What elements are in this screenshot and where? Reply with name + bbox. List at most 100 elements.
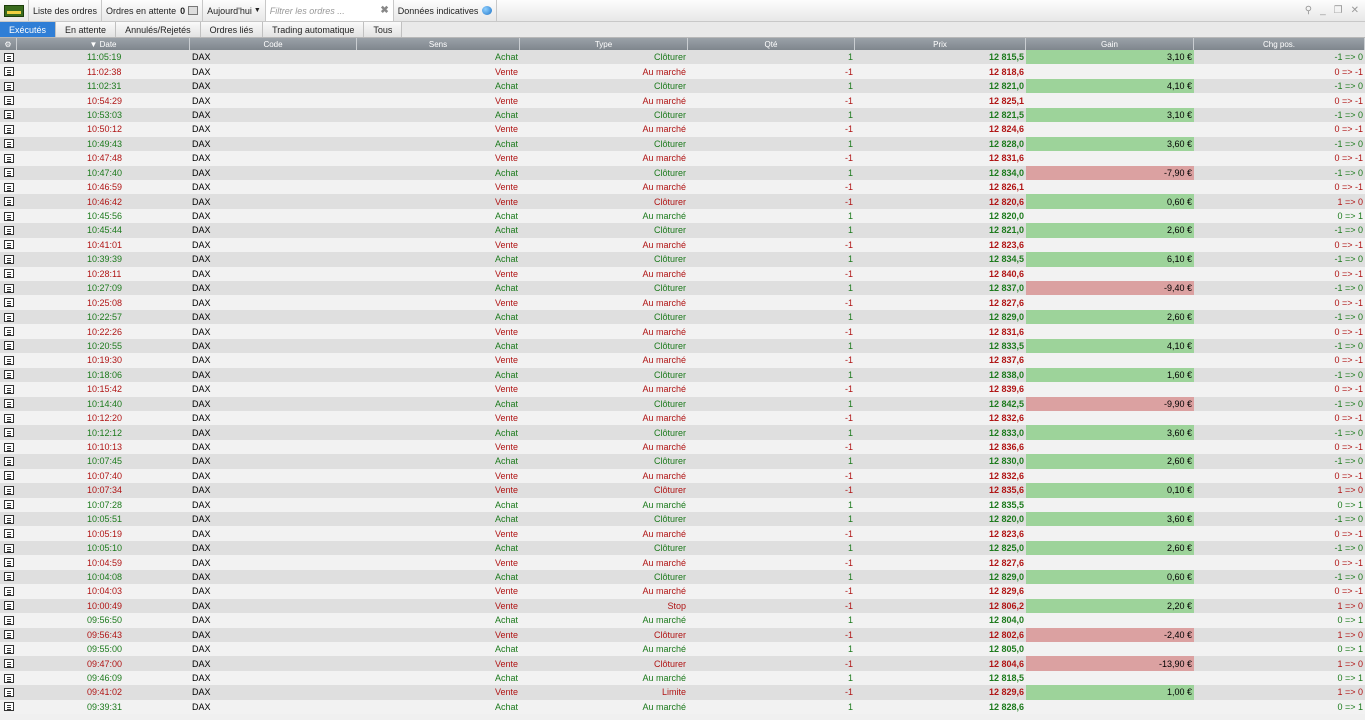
table-row[interactable]: 10:04:59 DAX Vente Au marché -1 12 827,6 0 => … [0,555,1365,570]
order-detail-icon[interactable] [0,628,17,642]
order-detail-icon[interactable] [0,310,17,324]
order-detail-icon[interactable] [0,209,17,223]
table-row[interactable]: 10:45:44 DAX Achat Clôturer 1 12 821,0 2,60 € -… [0,223,1365,238]
link-icon[interactable]: ⚲ [1305,5,1312,16]
order-detail-icon[interactable] [0,425,17,439]
tab-pending[interactable]: En attente [56,22,117,37]
table-row[interactable]: 10:14:40 DAX Achat Clôturer 1 12 842,5 -9,90 €… [0,396,1365,411]
order-detail-icon[interactable] [0,339,17,353]
order-detail-icon[interactable] [0,281,17,295]
order-detail-icon[interactable] [0,93,17,107]
table-row[interactable]: 10:12:12 DAX Achat Clôturer 1 12 833,0 3,60 € -… [0,425,1365,440]
table-row[interactable]: 11:02:38 DAX Vente Au marché -1 12 818,6 0 => … [0,64,1365,79]
table-row[interactable]: 10:07:40 DAX Vente Au marché -1 12 832,6 0 => … [0,468,1365,484]
table-row[interactable]: 10:07:34 DAX Vente Clôturer -1 12 835,6 0,10 €… [0,483,1365,498]
order-detail-icon[interactable] [0,498,17,512]
order-detail-icon[interactable] [0,685,17,699]
table-row[interactable]: 10:05:10 DAX Achat Clôturer 1 12 825,0 2,60 € -… [0,540,1365,556]
table-row[interactable]: 10:49:43 DAX Achat Clôturer 1 12 828,0 3,60 € -… [0,136,1365,152]
table-row[interactable]: 11:02:31 DAX Achat Clôturer 1 12 821,0 4,10 € -… [0,78,1365,94]
table-row[interactable]: 10:25:08 DAX Vente Au marché -1 12 827,6 0 => … [0,295,1365,310]
table-row[interactable]: 09:56:43 DAX Vente Clôturer -1 12 802,6 -2,40 … [0,627,1365,642]
order-detail-icon[interactable] [0,671,17,685]
table-row[interactable]: 10:47:48 DAX Vente Au marché -1 12 831,6 0 => … [0,151,1365,166]
order-detail-icon[interactable] [0,108,17,122]
table-row[interactable]: 11:05:19 DAX Achat Clôturer 1 12 815,5 3,10 € -… [0,50,1365,65]
table-row[interactable]: 10:15:42 DAX Vente Au marché -1 12 839,6 0 => … [0,382,1365,397]
order-detail-icon[interactable] [0,194,17,208]
order-detail-icon[interactable] [0,137,17,151]
info-globe-icon[interactable] [482,6,493,15]
table-row[interactable]: 10:07:45 DAX Achat Clôturer 1 12 830,0 2,60 € -… [0,454,1365,469]
order-detail-icon[interactable] [0,122,17,136]
order-detail-icon[interactable] [0,223,17,237]
order-detail-icon[interactable] [0,267,17,281]
orders-list-button[interactable]: Liste des ordres [29,0,103,21]
order-detail-icon[interactable] [0,382,17,396]
column-header-gain[interactable]: Gain [1026,38,1194,50]
column-header-sens[interactable]: Sens [357,38,520,50]
table-row[interactable]: 09:55:00 DAX Achat Au marché 1 12 805,0 0 => 1 [0,641,1365,657]
column-header-date[interactable]: ▼ Date [17,38,190,50]
restore-icon[interactable]: ❐ [1334,5,1343,16]
column-header-price[interactable]: Prix [855,38,1026,50]
table-row[interactable]: 09:41:02 DAX Vente Limite -1 12 829,6 1,00 € 1 … [0,685,1365,700]
order-detail-icon[interactable] [0,180,17,194]
order-detail-icon[interactable] [0,397,17,411]
filter-orders-input[interactable]: Filtrer les ordres ... ✖ [265,0,394,21]
order-detail-icon[interactable] [0,656,17,670]
order-detail-icon[interactable] [0,700,17,714]
order-detail-icon[interactable] [0,50,17,64]
order-detail-icon[interactable] [0,584,17,598]
order-detail-icon[interactable] [0,238,17,252]
order-detail-icon[interactable] [0,151,17,165]
table-row[interactable]: 10:27:09 DAX Achat Clôturer 1 12 837,0 -9,40 €… [0,281,1365,296]
column-header-position-change[interactable]: Chg pos. [1194,38,1365,50]
table-row[interactable]: 10:04:08 DAX Achat Clôturer 1 12 829,0 0,60 € -… [0,569,1365,585]
table-row[interactable]: 10:28:11 DAX Vente Au marché -1 12 840,6 0 => … [0,266,1365,281]
table-row[interactable]: 10:47:40 DAX Achat Clôturer 1 12 834,0 -7,90 €… [0,165,1365,180]
table-row[interactable]: 10:39:39 DAX Achat Clôturer 1 12 834,5 6,10 € -… [0,252,1365,267]
tab-auto-trading[interactable]: Trading automatique [263,22,365,37]
column-settings-icon[interactable]: ⚙ [0,38,17,50]
table-row[interactable]: 10:19:30 DAX Vente Au marché -1 12 837,6 0 => … [0,353,1365,368]
table-row[interactable]: 10:53:03 DAX Achat Clôturer 1 12 821,5 3,10 € -… [0,107,1365,123]
table-row[interactable]: 09:46:09 DAX Achat Au marché 1 12 818,5 0 => 1 [0,670,1365,686]
order-detail-icon[interactable] [0,469,17,483]
tab-cancelled-rejected[interactable]: Annulés/Rejetés [116,22,201,37]
date-filter-dropdown[interactable]: Aujourd'hui ▼ [203,0,266,21]
table-row[interactable]: 10:10:13 DAX Vente Au marché -1 12 836,6 0 => … [0,439,1365,455]
column-header-type[interactable]: Type [520,38,688,50]
table-row[interactable]: 09:56:50 DAX Achat Au marché 1 12 804,0 0 => 1 [0,613,1365,628]
order-detail-icon[interactable] [0,642,17,656]
table-row[interactable]: 10:05:19 DAX Vente Au marché -1 12 823,6 0 => … [0,526,1365,541]
order-detail-icon[interactable] [0,295,17,309]
order-detail-icon[interactable] [0,526,17,540]
tab-executed[interactable]: Exécutés [0,22,57,37]
table-row[interactable]: 10:54:29 DAX Vente Au marché -1 12 825,1 0 => … [0,93,1365,108]
table-row[interactable]: 10:18:06 DAX Achat Clôturer 1 12 838,0 1,60 € -… [0,367,1365,383]
order-detail-icon[interactable] [0,512,17,526]
minimize-icon[interactable]: _ [1320,5,1326,16]
order-detail-icon[interactable] [0,483,17,497]
order-detail-icon[interactable] [0,411,17,425]
order-detail-icon[interactable] [0,324,17,338]
tab-all[interactable]: Tous [364,22,403,37]
table-row[interactable]: 10:00:49 DAX Vente Stop -1 12 806,2 2,20 € 1 =>… [0,598,1365,614]
table-row[interactable]: 10:05:51 DAX Achat Clôturer 1 12 820,0 3,60 € -… [0,512,1365,527]
column-header-qty[interactable]: Qté [688,38,855,50]
close-icon[interactable]: ✕ [1351,5,1359,16]
table-row[interactable]: 09:47:00 DAX Vente Clôturer -1 12 804,6 -13,90… [0,656,1365,671]
order-detail-icon[interactable] [0,613,17,627]
order-detail-icon[interactable] [0,353,17,367]
order-detail-icon[interactable] [0,599,17,613]
order-detail-icon[interactable] [0,440,17,454]
column-header-code[interactable]: Code [190,38,357,50]
order-detail-icon[interactable] [0,541,17,555]
tab-linked-orders[interactable]: Ordres liés [200,22,264,37]
table-row[interactable]: 10:20:55 DAX Achat Clôturer 1 12 833,5 4,10 € -… [0,338,1365,354]
table-row[interactable]: 09:39:31 DAX Achat Au marché 1 12 828,6 0 => 1 [0,699,1365,715]
table-row[interactable]: 10:22:57 DAX Achat Clôturer 1 12 829,0 2,60 € -… [0,309,1365,325]
table-row[interactable]: 10:41:01 DAX Vente Au marché -1 12 823,6 0 => … [0,237,1365,253]
clear-filter-icon[interactable]: ✖ [380,5,388,16]
